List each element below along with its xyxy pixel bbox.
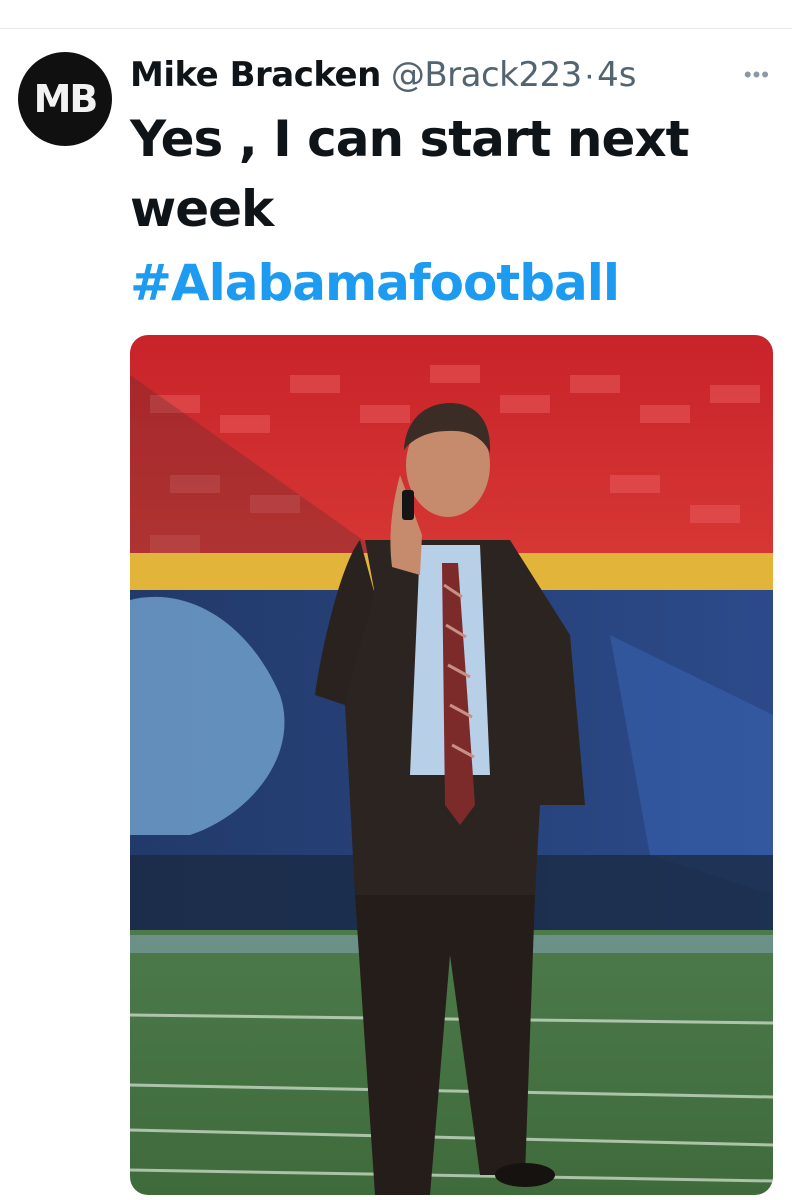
more-horizontal-icon[interactable]: ••• [744, 62, 770, 88]
hashtag-link[interactable]: #Alabamafootball [130, 248, 620, 318]
avatar-initials: MB [33, 77, 99, 121]
timestamp[interactable]: 4s [597, 55, 636, 95]
author-handle[interactable]: @Brack223 [391, 55, 582, 95]
avatar[interactable]: MB [18, 52, 112, 146]
separator-dot: · [583, 55, 596, 94]
tweet-photo[interactable] [130, 335, 773, 1195]
tweet-header: Mike Bracken @Brack223 · 4s [130, 50, 772, 100]
top-divider [0, 28, 792, 29]
tweet-text: Yes , I can start next week [130, 110, 690, 238]
author-display-name[interactable]: Mike Bracken [130, 55, 381, 95]
